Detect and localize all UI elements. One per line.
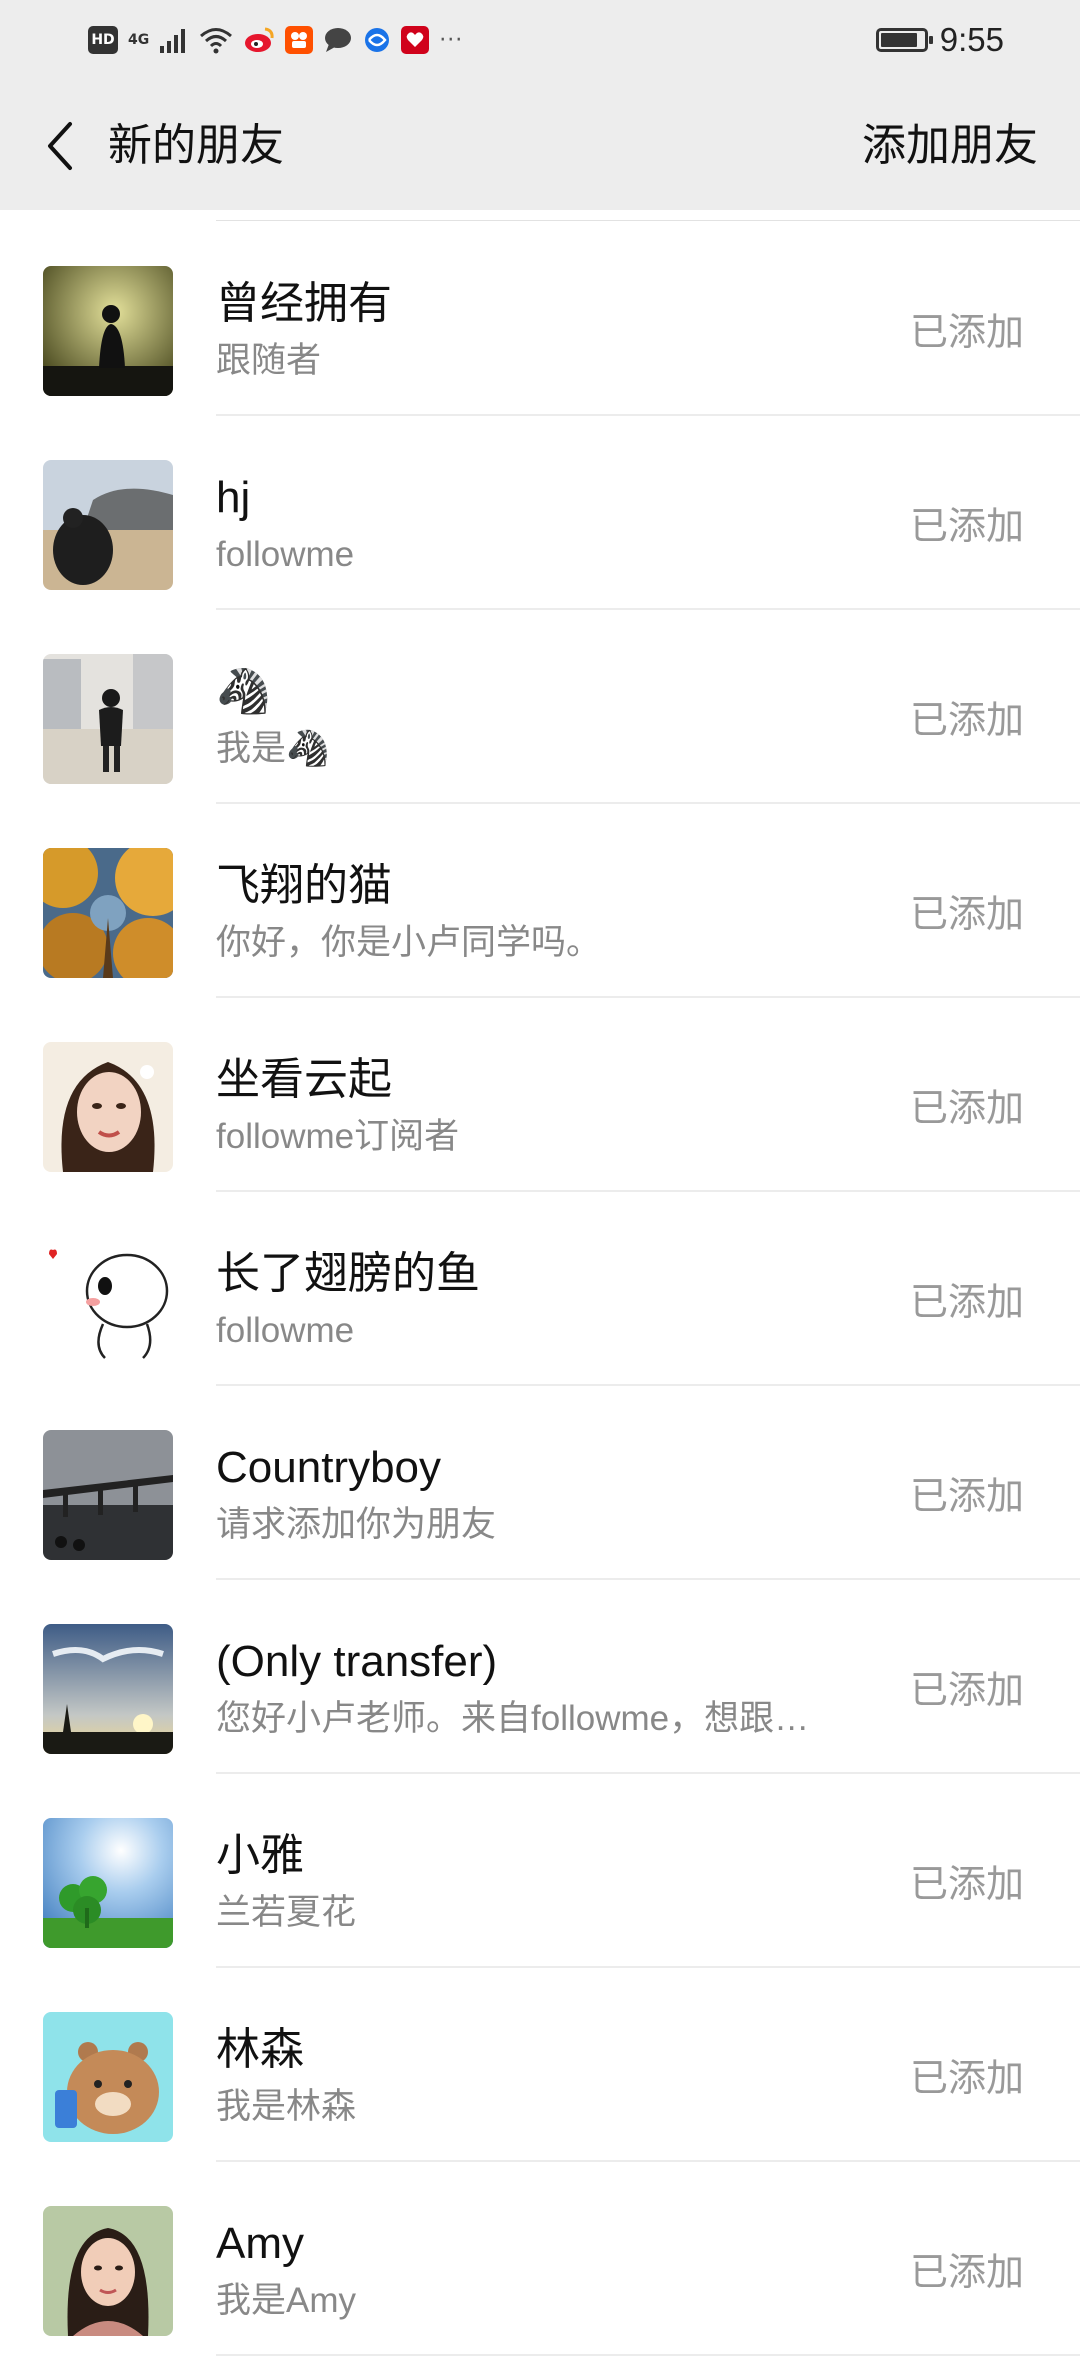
browser-icon [365,28,390,52]
friend-request-message: 我是Amy [216,2281,357,2320]
hd-icon: HD [88,26,118,54]
avatar [43,1430,173,1560]
signal-icon [160,29,186,53]
added-status: 已添加 [909,892,1024,936]
friend-request-message: 跟随者 [216,341,322,380]
kuaishou-icon [285,26,314,54]
friend-name: Countryboy [216,1443,442,1492]
battery-icon [875,28,933,52]
avatar [43,1624,173,1754]
friend-request-message: 你好，你是小卢同学吗。 [216,923,602,962]
new-friends-list: 曾经拥有 跟随者 已添加 hj followme 已添加 🦓 我是🦓 已添加 飞… [0,210,1080,2356]
chat-bubble-icon [325,28,352,52]
friend-name: 🦓 [216,667,271,716]
avatar [43,1042,173,1172]
avatar [43,2206,173,2336]
friend-name: 林森 [216,2025,304,2074]
friend-name: 坐看云起 [216,1055,392,1104]
friend-request-message: followme [216,1311,355,1350]
status-icons: HD 4G ··· [88,22,463,58]
list-item[interactable]: 林森 我是林森 已添加 [0,1968,1080,2162]
list-item[interactable]: 长了翅膀的鱼 followme 已添加 [0,1192,1080,1386]
friend-name: Amy [216,2219,304,2268]
battery-level [880,33,917,47]
status-right: 9:55 [875,18,1004,62]
friend-request-message: 我是林森 [216,2087,357,2126]
add-friend-button[interactable]: 添加朋友 [862,116,1038,176]
added-status: 已添加 [909,2056,1024,2100]
friend-name: 曾经拥有 [216,279,392,328]
avatar [43,266,173,396]
list-item[interactable]: 曾经拥有 跟随者 已添加 [0,222,1080,416]
heart-app-icon [401,26,430,54]
friend-request-message: 您好小卢老师。来自followme，想跟… [216,1699,810,1738]
added-status: 已添加 [909,504,1024,548]
list-item[interactable]: Amy 我是Amy 已添加 [0,2162,1080,2356]
avatar [43,460,173,590]
avatar [43,654,173,784]
friend-name: 长了翅膀的鱼 [216,1249,480,1298]
network-type: 4G [128,32,150,48]
wifi-icon [200,28,233,54]
clock: 9:55 [939,21,1004,58]
added-status: 已添加 [909,1086,1024,1130]
avatar [43,1236,173,1366]
weibo-icon [245,27,274,52]
list-item[interactable]: 坐看云起 followme订阅者 已添加 [0,998,1080,1192]
avatar [43,848,173,978]
list-item[interactable]: hj followme 已添加 [0,416,1080,610]
friend-request-message: 兰若夏花 [216,1893,357,1932]
page-title: 新的朋友 [108,120,284,171]
navigation-bar: 新的朋友 添加朋友 [0,82,1080,210]
friend-request-message: 我是🦓 [216,729,330,768]
added-status: 已添加 [909,2250,1024,2294]
friend-request-message: 请求添加你为朋友 [216,1505,497,1544]
added-status: 已添加 [909,1474,1024,1518]
added-status: 已添加 [909,1668,1024,1712]
list-item[interactable]: 飞翔的猫 你好，你是小卢同学吗。 已添加 [0,804,1080,998]
friend-name: 小雅 [216,1831,304,1880]
friend-name: 飞翔的猫 [216,861,392,910]
friend-request-message: followme [216,535,355,574]
added-status: 已添加 [909,310,1024,354]
friend-request-message: followme订阅者 [216,1117,460,1156]
back-button[interactable] [30,116,90,176]
added-status: 已添加 [909,1862,1024,1906]
list-item[interactable]: 小雅 兰若夏花 已添加 [0,1774,1080,1968]
list-item[interactable]: (Only transfer) 您好小卢老师。来自followme，想跟… 已添… [0,1580,1080,1774]
avatar [43,1818,173,1948]
friend-name: hj [216,473,251,522]
added-status: 已添加 [909,698,1024,742]
avatar [43,2012,173,2142]
added-status: 已添加 [909,1280,1024,1324]
list-item[interactable]: 🦓 我是🦓 已添加 [0,610,1080,804]
list-item[interactable]: Countryboy 请求添加你为朋友 已添加 [0,1386,1080,1580]
status-bar: HD 4G ··· 9:55 [0,0,1080,82]
chevron-left-icon [48,122,72,170]
more-notifications-icon: ··· [439,27,464,53]
friend-name: (Only transfer) [216,1637,498,1686]
